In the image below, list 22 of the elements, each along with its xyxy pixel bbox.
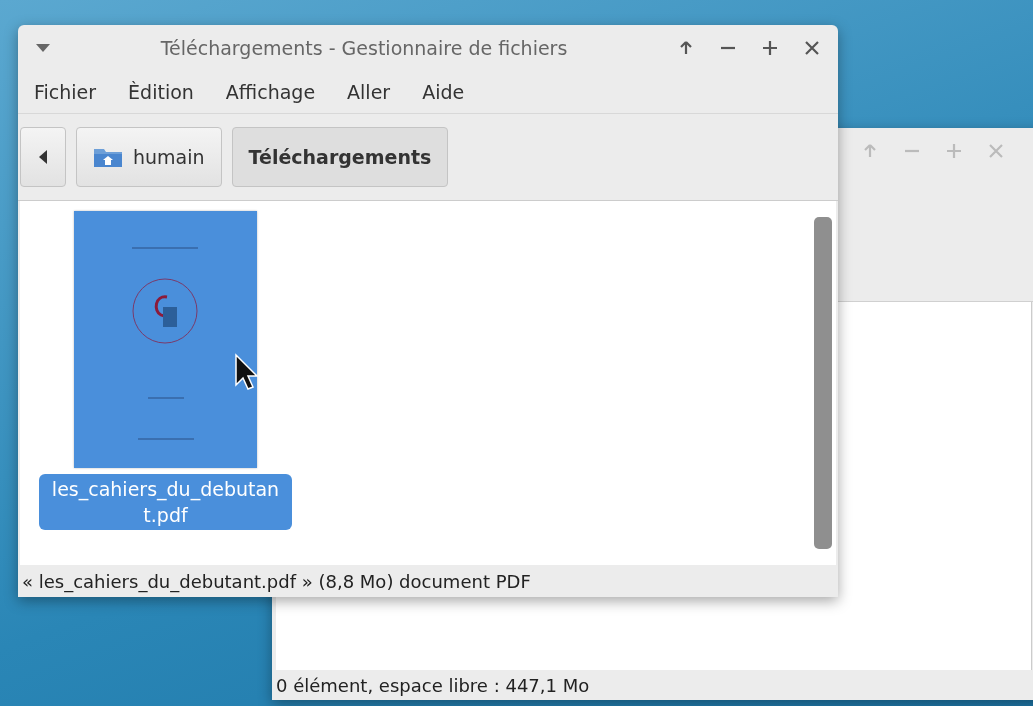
scrollbar-thumb[interactable] (814, 217, 832, 549)
path-button[interactable]: Téléchargements (231, 127, 449, 187)
swirl-logo-icon (131, 277, 199, 345)
minimize-icon[interactable] (720, 46, 736, 50)
close-icon[interactable] (804, 40, 820, 56)
menu-item[interactable]: Aller (347, 81, 391, 103)
back-button[interactable] (20, 127, 66, 187)
menu-item[interactable]: Aide (422, 81, 465, 103)
menu-item[interactable]: Affichage (225, 81, 316, 103)
window-menu-icon[interactable] (36, 44, 50, 52)
path-button[interactable]: humain (76, 127, 222, 187)
menu-item[interactable]: Èdition (128, 81, 194, 103)
window-title: Téléchargements - Gestionnaire de fichiers (159, 37, 569, 59)
maximize-icon[interactable] (762, 40, 778, 56)
up-arrow-icon[interactable] (678, 40, 694, 56)
status-bar-text: 0 élément, espace libre : 447,1 Mo (275, 673, 591, 698)
status-bar-text: « les_cahiers_du_debutant.pdf » (8,8 Mo) document PDF (21, 569, 532, 595)
left-triangle-icon (39, 150, 47, 164)
mouse-pointer-icon (234, 353, 260, 391)
document-thumbnail[interactable] (74, 211, 257, 468)
home-folder-icon (93, 146, 123, 168)
menu-item[interactable]: Fichier (34, 81, 97, 103)
